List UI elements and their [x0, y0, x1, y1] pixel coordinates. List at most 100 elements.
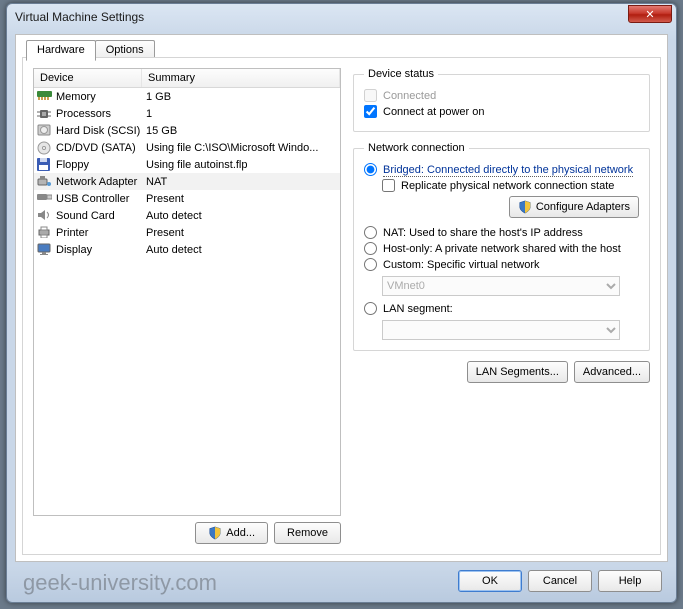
configure-adapters-button[interactable]: Configure Adapters [509, 196, 639, 218]
lan-segment-radio[interactable] [364, 302, 377, 315]
advanced-button[interactable]: Advanced... [574, 361, 650, 383]
device-summary: Using file C:\ISO\Microsoft Windo... [142, 142, 340, 154]
window-title: Virtual Machine Settings [15, 10, 628, 24]
device-summary: Using file autoinst.flp [142, 159, 340, 171]
column-header-device[interactable]: Device [34, 69, 142, 87]
left-column: Device Summary Memory1 GBProcessors1Hard… [33, 68, 341, 544]
device-name: Display [56, 244, 92, 256]
device-row[interactable]: CD/DVD (SATA) Using file C:\ISO\Microsoft… [34, 139, 340, 156]
content-panel: Hardware Options Device Summary Memory1 … [15, 34, 668, 562]
nat-radio[interactable] [364, 226, 377, 239]
close-icon: ✕ [645, 8, 654, 21]
device-rows: Memory1 GBProcessors1Hard Disk (SCSI)15 … [34, 88, 340, 515]
dialog-buttons: OK Cancel Help [458, 570, 662, 592]
connected-label: Connected [383, 90, 436, 102]
custom-network-select: VMnet0 [382, 276, 620, 296]
column-headers: Device Summary [34, 69, 340, 88]
lan-segment-select [382, 320, 620, 340]
device-row[interactable]: Processors 1 [34, 105, 340, 122]
device-status-group: Device status Connected Connect at power… [353, 68, 650, 132]
bridged-radio[interactable] [364, 163, 377, 176]
device-summary: 15 GB [142, 125, 340, 137]
device-name: Printer [56, 227, 88, 239]
lan-segment-label: LAN segment: [383, 303, 453, 315]
configure-adapters-label: Configure Adapters [536, 201, 630, 213]
custom-label: Custom: Specific virtual network [383, 259, 540, 271]
device-name: Hard Disk (SCSI) [56, 125, 140, 137]
device-cell: USB Controller [34, 192, 142, 205]
device-name: USB Controller [56, 193, 129, 205]
replicate-label: Replicate physical network connection st… [401, 180, 614, 192]
device-name: Processors [56, 108, 111, 120]
device-summary: 1 [142, 108, 340, 120]
cancel-button[interactable]: Cancel [528, 570, 592, 592]
column-header-summary[interactable]: Summary [142, 69, 340, 87]
device-row[interactable]: Network AdapterNAT [34, 173, 340, 190]
device-list[interactable]: Device Summary Memory1 GBProcessors1Hard… [33, 68, 341, 516]
network-connection-title: Network connection [364, 142, 469, 154]
remove-button-label: Remove [287, 527, 328, 539]
device-summary: Auto detect [142, 244, 340, 256]
floppy-icon [37, 158, 52, 171]
display-icon [37, 243, 52, 256]
device-row[interactable]: Memory 1 GB [34, 88, 340, 105]
titlebar[interactable]: Virtual Machine Settings ✕ [7, 4, 676, 30]
device-cell: Printer [34, 226, 142, 239]
connected-checkbox [364, 89, 377, 102]
device-summary: Present [142, 227, 340, 239]
device-name: Sound Card [56, 210, 115, 222]
device-summary: 1 GB [142, 91, 340, 103]
cd-icon [37, 141, 52, 154]
sound-icon [37, 209, 52, 222]
cpu-icon [37, 107, 52, 120]
bridged-label: Bridged: Connected directly to the physi… [383, 164, 633, 176]
device-cell: Network Adapter [34, 175, 142, 188]
connect-power-on-label: Connect at power on [383, 106, 485, 118]
device-name: Memory [56, 91, 96, 103]
device-row[interactable]: Display Auto detect [34, 241, 340, 258]
device-cell: Display [34, 243, 142, 256]
usb-icon [37, 192, 52, 205]
net-icon [37, 175, 52, 188]
device-status-title: Device status [364, 68, 438, 80]
device-cell: Hard Disk (SCSI) [34, 124, 142, 137]
remove-button[interactable]: Remove [274, 522, 341, 544]
device-row[interactable]: USB ControllerPresent [34, 190, 340, 207]
nat-label: NAT: Used to share the host's IP address [383, 227, 583, 239]
add-button[interactable]: Add... [195, 522, 268, 544]
printer-icon [37, 226, 52, 239]
network-connection-group: Network connection Bridged: Connected di… [353, 142, 650, 351]
host-only-radio[interactable] [364, 242, 377, 255]
replicate-checkbox[interactable] [382, 179, 395, 192]
device-cell: Processors [34, 107, 142, 120]
tabpage-hardware: Device Summary Memory1 GBProcessors1Hard… [22, 57, 661, 555]
watermark: geek-university.com [23, 570, 217, 596]
device-cell: Memory [34, 90, 142, 103]
settings-window: Virtual Machine Settings ✕ Hardware Opti… [6, 3, 677, 603]
shield-icon [208, 526, 222, 540]
tabs-area: Hardware Options Device Summary Memory1 … [16, 35, 667, 561]
device-row[interactable]: Printer Present [34, 224, 340, 241]
device-cell: Sound Card [34, 209, 142, 222]
right-side-buttons: LAN Segments... Advanced... [353, 361, 650, 383]
ok-button[interactable]: OK [458, 570, 522, 592]
tab-hardware[interactable]: Hardware [26, 40, 96, 61]
lan-segments-button[interactable]: LAN Segments... [467, 361, 568, 383]
custom-radio[interactable] [364, 258, 377, 271]
device-name: CD/DVD (SATA) [56, 142, 136, 154]
device-row[interactable]: Hard Disk (SCSI)15 GB [34, 122, 340, 139]
device-row[interactable]: FloppyUsing file autoinst.flp [34, 156, 340, 173]
device-summary: Auto detect [142, 210, 340, 222]
close-button[interactable]: ✕ [628, 5, 672, 23]
add-button-label: Add... [226, 527, 255, 539]
host-only-label: Host-only: A private network shared with… [383, 243, 621, 255]
shield-icon [518, 200, 532, 214]
hdd-icon [37, 124, 52, 137]
device-buttons: Add... Remove [33, 522, 341, 544]
connect-power-on-checkbox[interactable] [364, 105, 377, 118]
help-button[interactable]: Help [598, 570, 662, 592]
device-cell: Floppy [34, 158, 142, 171]
device-summary: NAT [142, 176, 340, 188]
device-cell: CD/DVD (SATA) [34, 141, 142, 154]
device-row[interactable]: Sound Card Auto detect [34, 207, 340, 224]
